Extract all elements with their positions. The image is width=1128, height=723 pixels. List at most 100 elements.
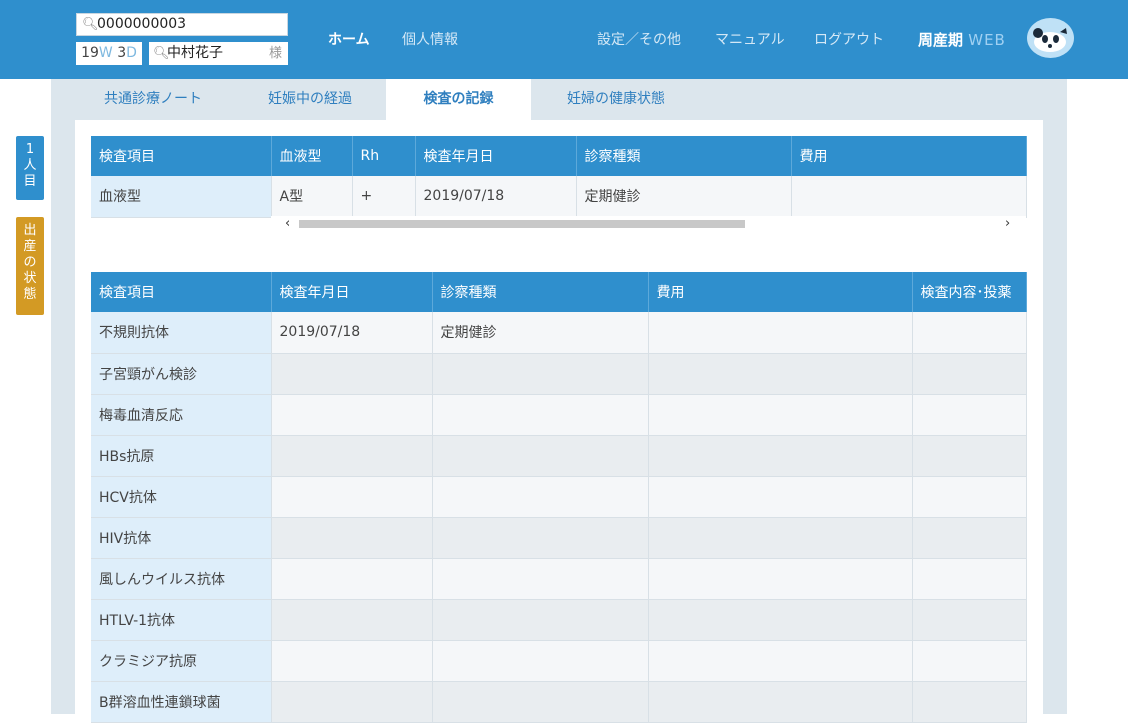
table-row[interactable]: 血液型 A型 + 2019/07/18 定期健診 — [91, 176, 1027, 218]
content-frame: 共通診療ノート 妊娠中の経過 検査の記録 妊婦の健康状態 検査項目 血液型 Rh… — [51, 79, 1067, 723]
table-cell — [432, 476, 649, 518]
name-suffix: 様 — [268, 46, 282, 61]
col-header: 費用 — [648, 272, 913, 312]
table-cell — [912, 312, 1027, 354]
table-cell — [648, 353, 913, 395]
gestation-week-display: 19W 3D — [76, 42, 142, 65]
table-cell: + — [352, 176, 416, 218]
table-cell: 定期健診 — [432, 312, 649, 354]
table-row[interactable]: B群溶血性連鎖球菌 — [91, 681, 1027, 723]
top-header: 🔍︎ 0000000003 19W 3D 🔍︎ 中村花子 様 ホーム 個人情報 … — [0, 0, 1128, 79]
table-cell — [912, 640, 1027, 682]
test-item-cell: 子宮頸がん検診 — [91, 353, 272, 395]
col-header: 血液型 — [271, 136, 353, 176]
table-cell — [648, 517, 913, 559]
table-cell — [432, 435, 649, 477]
table-row[interactable]: HCV抗体 — [91, 476, 1027, 518]
table-cell — [648, 394, 913, 436]
table-cell — [912, 558, 1027, 600]
tab-common-notes[interactable]: 共通診療ノート — [91, 79, 215, 120]
test-item-cell: 血液型 — [91, 176, 272, 218]
chevron-left-icon[interactable]: ‹ — [285, 216, 290, 231]
patient-id-search[interactable]: 🔍︎ 0000000003 — [76, 13, 288, 36]
table-cell — [271, 394, 433, 436]
weeks-unit: W — [98, 45, 113, 61]
patient-name-value: 中村花子 — [167, 45, 223, 61]
test-item-cell: クラミジア抗原 — [91, 640, 272, 682]
table-cell — [432, 681, 649, 723]
weeks-value: 19 — [81, 45, 99, 61]
table-cell — [271, 681, 433, 723]
table-cell — [912, 394, 1027, 436]
table-row[interactable]: HTLV-1抗体 — [91, 599, 1027, 641]
table-cell — [912, 599, 1027, 641]
table-cell — [271, 517, 433, 559]
table-cell — [648, 558, 913, 600]
tab-pregnancy-progress[interactable]: 妊娠中の経過 — [245, 79, 375, 120]
test-item-cell: HCV抗体 — [91, 476, 272, 518]
table-cell — [912, 681, 1027, 723]
blood-table-header: 検査項目 血液型 Rh 検査年月日 診察種類 費用 — [91, 136, 1027, 176]
table-cell — [271, 476, 433, 518]
test-records-panel: 検査項目 血液型 Rh 検査年月日 診察種類 費用 血液型 A型 + 2019/… — [75, 120, 1043, 723]
patient-name-search[interactable]: 🔍︎ 中村花子 様 — [149, 42, 288, 65]
table-row[interactable]: 梅毒血清反応 — [91, 394, 1027, 436]
nav-manual[interactable]: マニュアル — [715, 29, 785, 49]
table-cell — [912, 353, 1027, 395]
chevron-right-icon[interactable]: › — [1005, 216, 1010, 231]
test-item-cell: HIV抗体 — [91, 517, 272, 559]
table-row[interactable]: 子宮頸がん検診 — [91, 353, 1027, 395]
side-tab-birth-status[interactable]: 出産の状態 — [16, 217, 44, 315]
table-cell — [648, 476, 913, 518]
table-cell — [271, 640, 433, 682]
table-cell — [432, 394, 649, 436]
table-cell — [432, 558, 649, 600]
col-header: 検査内容･投薬 — [912, 272, 1027, 312]
nav-home[interactable]: ホーム — [328, 29, 370, 49]
brand-web: WEB — [968, 31, 1006, 49]
scrollbar-thumb[interactable] — [299, 220, 745, 228]
test-item-cell: HTLV-1抗体 — [91, 599, 272, 641]
col-header: 診察種類 — [432, 272, 649, 312]
col-header: 検査年月日 — [415, 136, 577, 176]
horizontal-scrollbar[interactable]: ‹ › — [271, 216, 1026, 231]
nav-settings[interactable]: 設定／その他 — [597, 29, 681, 49]
nav-personal-info[interactable]: 個人情報 — [402, 29, 458, 49]
table-cell — [791, 176, 1027, 218]
table-cell — [648, 312, 913, 354]
col-header: 検査年月日 — [271, 272, 433, 312]
table-row[interactable]: 風しんウイルス抗体 — [91, 558, 1027, 600]
table-row[interactable]: 不規則抗体 2019/07/18 定期健診 — [91, 312, 1027, 354]
test-item-cell: 不規則抗体 — [91, 312, 272, 354]
table-cell: 2019/07/18 — [415, 176, 577, 218]
table-cell: 2019/07/18 — [271, 312, 433, 354]
col-header: 診察種類 — [576, 136, 792, 176]
panda-logo — [1027, 18, 1074, 58]
table-cell — [432, 599, 649, 641]
col-header: 検査項目 — [91, 272, 272, 312]
col-header: 費用 — [791, 136, 1027, 176]
tests-table-header: 検査項目 検査年月日 診察種類 費用 検査内容･投薬 — [91, 272, 1027, 312]
test-item-cell: HBs抗原 — [91, 435, 272, 477]
table-cell — [432, 640, 649, 682]
table-row[interactable]: HIV抗体 — [91, 517, 1027, 559]
test-records-table: 検査項目 検査年月日 診察種類 費用 検査内容･投薬 不規則抗体 2019/07/… — [91, 272, 1027, 723]
table-cell: 定期健診 — [576, 176, 792, 218]
nav-logout[interactable]: ログアウト — [814, 29, 884, 49]
table-row[interactable]: HBs抗原 — [91, 435, 1027, 477]
side-tab-first-child[interactable]: 1人目 — [16, 136, 44, 200]
table-cell — [432, 353, 649, 395]
table-cell — [648, 599, 913, 641]
brand-main: 周産期 — [918, 31, 964, 49]
table-cell — [648, 681, 913, 723]
patient-id-value: 0000000003 — [97, 16, 187, 32]
days-unit: D — [126, 45, 137, 61]
table-cell — [912, 476, 1027, 518]
tab-maternal-health[interactable]: 妊婦の健康状態 — [551, 79, 681, 120]
table-cell — [648, 435, 913, 477]
table-row[interactable]: クラミジア抗原 — [91, 640, 1027, 682]
search-icon: 🔍︎ — [82, 17, 99, 32]
col-header: Rh — [352, 136, 416, 176]
brand-name: 周産期 WEB — [918, 29, 1006, 50]
tab-test-records[interactable]: 検査の記録 — [386, 79, 531, 120]
